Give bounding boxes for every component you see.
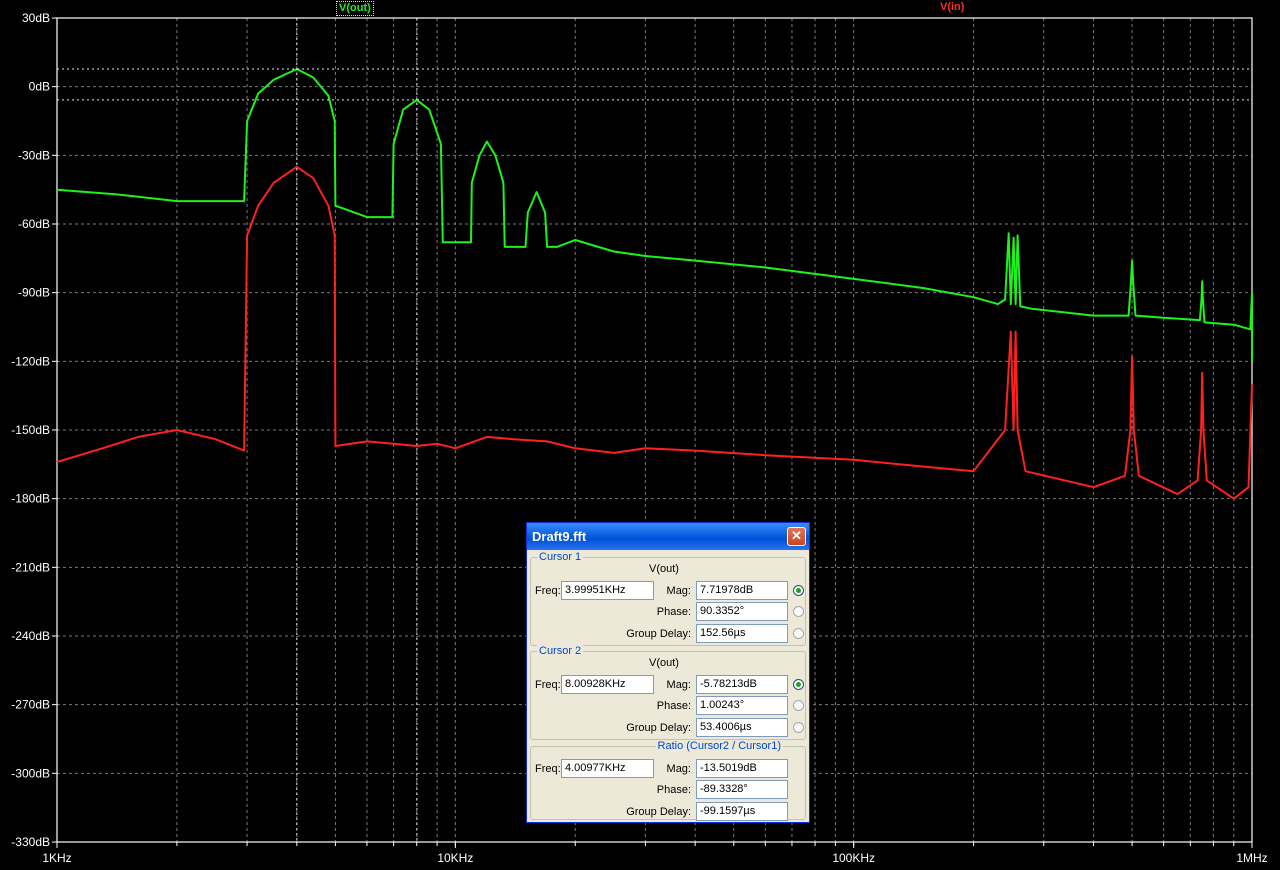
cursor2-mag-label: Mag: [666,679,691,691]
ratio-freq-label: Freq: [535,763,561,775]
cursor1-trace-name: V(out) [649,563,679,575]
cursor1-group-title: Cursor 1 [537,551,584,563]
cursor2-freq-label: Freq: [535,679,561,691]
cursor1-gd-radio[interactable] [793,628,804,639]
cursor2-gd-label: Group Delay: [626,722,691,734]
y-tick-label: -30dB [18,148,50,162]
x-tick-label: 100KHz [832,851,875,865]
cursor1-phase-field[interactable]: 90.3352° [696,602,788,621]
trace-label-vout[interactable]: V(out) [336,1,374,16]
ratio-group-title: Ratio (Cursor2 / Cursor1) [655,740,783,752]
y-tick-label: -180dB [11,492,50,506]
x-tick-label: 10KHz [437,851,473,865]
ratio-phase-label: Phase: [656,784,691,796]
ratio-gd-field[interactable]: -99.1597µs [696,802,788,821]
cursor2-phase-label: Phase: [656,700,691,712]
cursor2-gd-radio[interactable] [793,722,804,733]
x-tick-label: 1KHz [42,851,71,865]
ratio-group: Ratio (Cursor2 / Cursor1) Freq: 4.00977K… [530,740,806,821]
cursor1-gd-field[interactable]: 152.56µs [696,624,788,643]
cursor2-mag-radio[interactable] [793,679,804,690]
y-tick-label: -270dB [11,698,50,712]
dialog-title: Draft9.fft [532,529,587,544]
cursor2-group-title: Cursor 2 [537,645,584,657]
cursor2-gd-field[interactable]: 53.4006µs [696,718,788,737]
cursor2-trace-name: V(out) [649,657,679,669]
y-tick-label: -330dB [11,835,50,849]
cursor2-phase-field[interactable]: 1.00243° [696,696,788,715]
y-tick-label: -300dB [11,766,50,780]
y-tick-label: -210dB [11,560,50,574]
cursor2-group: Cursor 2 V(out) Freq: 8.00928KHz Mag: -5… [530,645,806,740]
cursor2-mag-field[interactable]: -5.78213dB [696,675,788,694]
dialog-titlebar[interactable]: Draft9.fft ✕ [527,523,809,550]
y-tick-label: 0dB [29,80,50,94]
trace-label-vin[interactable]: V(in) [938,1,966,14]
close-icon[interactable]: ✕ [787,527,806,546]
y-tick-label: -60dB [18,217,50,231]
x-tick-label: 1MHz [1236,851,1267,865]
cursor1-phase-label: Phase: [656,606,691,618]
cursor1-freq-label: Freq: [535,585,561,597]
y-tick-label: -120dB [11,354,50,368]
y-tick-label: -90dB [18,286,50,300]
ratio-mag-label: Mag: [666,763,691,775]
cursor1-gd-label: Group Delay: [626,628,691,640]
ratio-phase-field[interactable]: -89.3328° [696,780,788,799]
cursor1-group: Cursor 1 V(out) Freq: 3.99951KHz Mag: 7.… [530,551,806,646]
cursor2-phase-radio[interactable] [793,700,804,711]
ratio-mag-field[interactable]: -13.5019dB [696,759,788,778]
y-tick-label: -150dB [11,423,50,437]
cursor1-mag-field[interactable]: 7.71978dB [696,581,788,600]
cursor1-phase-radio[interactable] [793,606,804,617]
ratio-gd-label: Group Delay: [626,806,691,818]
cursor1-mag-label: Mag: [666,585,691,597]
y-tick-label: 30dB [22,11,50,25]
cursor-dialog: Draft9.fft ✕ Cursor 1 V(out) Freq: 3.999… [526,522,810,823]
cursor1-mag-radio[interactable] [793,585,804,596]
y-tick-label: -240dB [11,629,50,643]
